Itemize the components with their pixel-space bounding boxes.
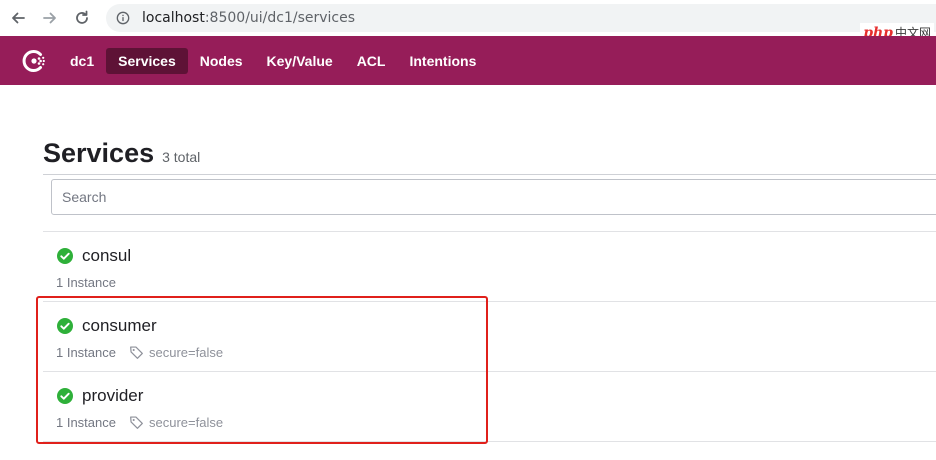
page-header: Services 3 total: [43, 138, 200, 169]
nav-item-intentions[interactable]: Intentions: [397, 48, 488, 74]
check-circle-icon: [57, 248, 73, 264]
service-meta: 1 Instance secure=false: [56, 415, 223, 430]
browser-toolbar: localhost:8500/ui/dc1/services php 中文网: [0, 0, 936, 42]
forward-button[interactable]: [36, 4, 64, 32]
address-bar[interactable]: localhost:8500/ui/dc1/services: [106, 4, 936, 32]
service-header: consul: [57, 246, 131, 266]
nav-item-services[interactable]: Services: [106, 47, 188, 74]
url-path: :8500/ui/dc1/services: [204, 10, 356, 26]
instance-count: 1 Instance: [56, 275, 116, 290]
service-row-provider[interactable]: provider 1 Instance secure=false: [43, 372, 936, 442]
arrow-left-icon: [12, 12, 25, 24]
info-icon[interactable]: [116, 11, 130, 25]
consul-logo-icon: [22, 49, 45, 72]
search-box[interactable]: [51, 179, 936, 215]
consul-nav-bar: dc1 Services Nodes Key/Value ACL Intenti…: [0, 36, 936, 85]
service-row-consul[interactable]: consul 1 Instance: [43, 232, 936, 302]
tag-icon: [130, 346, 143, 359]
search-input[interactable]: [62, 189, 936, 205]
instance-count: 1 Instance: [56, 345, 116, 360]
service-list: consul 1 Instance consumer 1 Instance se…: [43, 232, 936, 442]
service-name[interactable]: provider: [82, 386, 143, 406]
page-title: Services: [43, 138, 155, 168]
service-meta: 1 Instance: [56, 275, 116, 290]
service-header: consumer: [57, 316, 157, 336]
nav-item-nodes[interactable]: Nodes: [188, 48, 255, 74]
service-count: 3 total: [162, 149, 201, 165]
tag-icon: [130, 416, 143, 429]
consul-logo[interactable]: [16, 43, 52, 79]
check-circle-icon: [57, 318, 73, 334]
instance-count: 1 Instance: [56, 415, 116, 430]
back-button[interactable]: [4, 4, 32, 32]
main-nav: Services Nodes Key/Value ACL Intentions: [106, 47, 488, 74]
service-header: provider: [57, 386, 143, 406]
url-text: localhost:8500/ui/dc1/services: [142, 10, 355, 26]
reload-button[interactable]: [68, 4, 96, 32]
service-name[interactable]: consul: [82, 246, 131, 266]
nav-item-key-value[interactable]: Key/Value: [255, 48, 345, 74]
nav-item-acl[interactable]: ACL: [345, 48, 398, 74]
service-tag: secure=false: [149, 415, 224, 430]
reload-icon: [76, 10, 88, 24]
service-row-consumer[interactable]: consumer 1 Instance secure=false: [43, 302, 936, 372]
datacenter-selector[interactable]: dc1: [70, 53, 94, 69]
url-host: localhost: [142, 10, 205, 26]
header-divider: [43, 174, 936, 175]
arrow-right-icon: [43, 12, 56, 24]
main-content: Services 3 total consul 1 Instance consu…: [0, 85, 936, 460]
service-meta: 1 Instance secure=false: [56, 345, 223, 360]
service-tag: secure=false: [149, 345, 224, 360]
service-name[interactable]: consumer: [82, 316, 157, 336]
check-circle-icon: [57, 388, 73, 404]
